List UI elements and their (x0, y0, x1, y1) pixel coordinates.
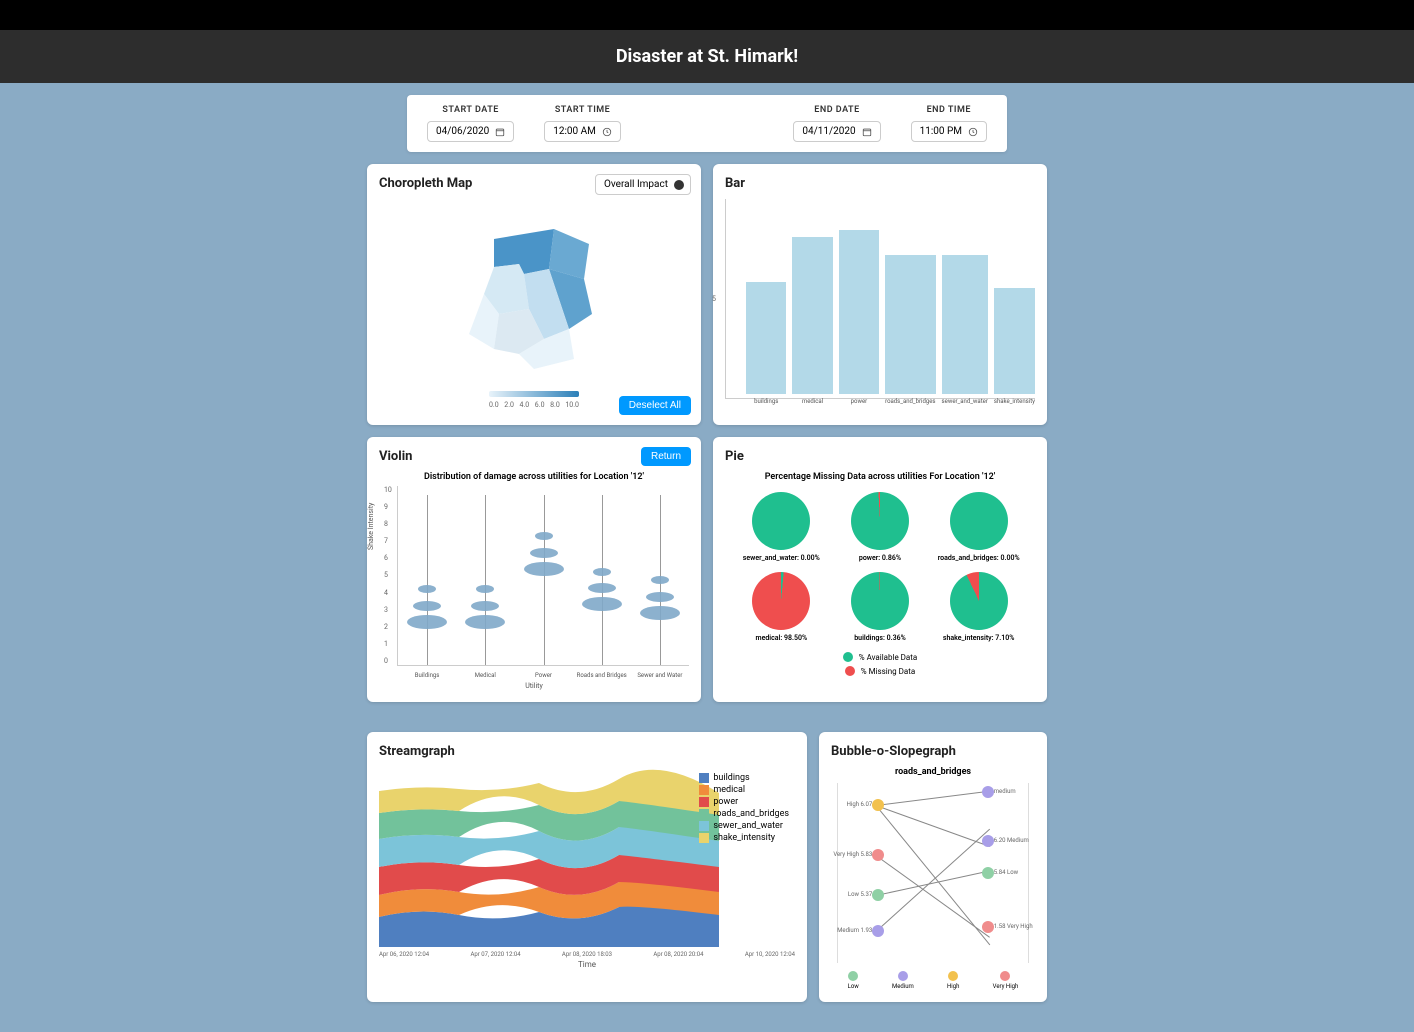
bar-title: Bar (725, 176, 1035, 191)
bubble-title: Bubble-o-Slopegraph (831, 744, 1035, 759)
bubble-node (872, 889, 884, 901)
bubble-node (982, 786, 994, 798)
streamgraph-title: Streamgraph (379, 744, 795, 759)
bar-chart[interactable]: 5 buildingsmedicalpowerroads_and_bridges… (725, 199, 1035, 399)
stream-xlabel: Time (379, 960, 795, 969)
start-time-label: START TIME (544, 105, 621, 115)
pie-item: medical: 98.50% (735, 572, 828, 642)
start-date-input[interactable]: 04/06/2020 (427, 121, 514, 142)
legend-item: Very High (993, 971, 1019, 990)
bubble-subtitle: roads_and_bridges (831, 767, 1035, 777)
pie-panel: Pie Percentage Missing Data across utili… (713, 437, 1047, 702)
calendar-icon (862, 127, 872, 137)
legend-item: shake_intensity (699, 833, 789, 843)
bubble-node (872, 925, 884, 937)
streamgraph-panel: Streamgraph buildings medical power roads_a… (367, 732, 807, 1002)
clock-icon (968, 127, 978, 137)
violin-subtitle: Distribution of damage across utilities … (379, 472, 689, 482)
violin-panel: Violin Return Distribution of damage acr… (367, 437, 701, 702)
end-date-input[interactable]: 04/11/2020 (793, 121, 880, 142)
violin-col: Sewer and Water (631, 486, 689, 665)
violin-col: Roads and Bridges (573, 486, 631, 665)
bar-panel: Bar 5 buildingsmedicalpowerroads_and_bri… (713, 164, 1047, 425)
bar-item[interactable]: power (839, 230, 879, 398)
bubble-node (982, 921, 994, 933)
bar-item[interactable]: shake_intensity (994, 288, 1035, 398)
end-date-label: END DATE (793, 105, 880, 115)
bar-item[interactable]: buildings (746, 282, 786, 399)
bubble-panel: Bubble-o-Slopegraph roads_and_bridges Hi… (819, 732, 1047, 1002)
bubble-node (872, 799, 884, 811)
pie-subtitle: Percentage Missing Data across utilities… (725, 472, 1035, 482)
choropleth-map[interactable] (379, 199, 689, 399)
pie-item: buildings: 0.36% (834, 572, 927, 642)
violin-xlabel: Utility (379, 682, 689, 690)
end-time-label: END TIME (911, 105, 987, 115)
bubble-node (982, 867, 994, 879)
bubble-node (982, 835, 994, 847)
bar-item[interactable]: roads_and_bridges (885, 255, 935, 399)
violin-ylabel: Shake Intensity (367, 503, 375, 550)
violin-col: Medical (456, 486, 514, 665)
filter-bar: START DATE 04/06/2020 START TIME 12:00 A… (407, 95, 1007, 152)
violin-col: Power (514, 486, 572, 665)
legend-item: sewer_and_water (699, 821, 789, 831)
bar-item[interactable]: medical (792, 237, 832, 399)
deselect-all-button[interactable]: Deselect All (619, 396, 691, 415)
choropleth-panel: Choropleth Map Overall Impact 0.02.04.06… (367, 164, 701, 425)
start-time-input[interactable]: 12:00 AM (544, 121, 621, 142)
start-date-label: START DATE (427, 105, 514, 115)
legend-item: power (699, 797, 789, 807)
legend-item: Low (848, 971, 859, 990)
legend-item: High (947, 971, 959, 990)
pie-item: sewer_and_water: 0.00% (735, 492, 828, 562)
pie-grid: sewer_and_water: 0.00%power: 0.86%roads_… (725, 492, 1035, 642)
violin-chart[interactable]: 012345678910 BuildingsMedicalPowerRoads … (397, 486, 689, 666)
legend-item: buildings (699, 773, 789, 783)
top-black-bar (0, 0, 1414, 30)
impact-dropdown[interactable]: Overall Impact (595, 174, 691, 195)
bar-item[interactable]: sewer_and_water (942, 255, 988, 399)
return-button[interactable]: Return (641, 447, 691, 466)
pie-title: Pie (725, 449, 1035, 464)
bubble-chart[interactable]: High 6.07Very High 5.83Low 5.37Medium 1.… (837, 783, 1029, 963)
pie-item: shake_intensity: 7.10% (932, 572, 1025, 642)
calendar-icon (495, 127, 505, 137)
pie-legend: % Available Data % Missing Data (725, 652, 1035, 676)
legend-item: roads_and_bridges (699, 809, 789, 819)
clock-icon (602, 127, 612, 137)
streamgraph-chart[interactable]: buildings medical power roads_and_bridgesse… (379, 767, 795, 947)
end-time-input[interactable]: 11:00 PM (911, 121, 987, 142)
violin-col: Buildings (398, 486, 456, 665)
legend-item: medical (699, 785, 789, 795)
pie-item: roads_and_bridges: 0.00% (932, 492, 1025, 562)
page-title: Disaster at St. Himark! (0, 30, 1414, 83)
pie-item: power: 0.86% (834, 492, 927, 562)
legend-item: Medium (892, 971, 914, 990)
